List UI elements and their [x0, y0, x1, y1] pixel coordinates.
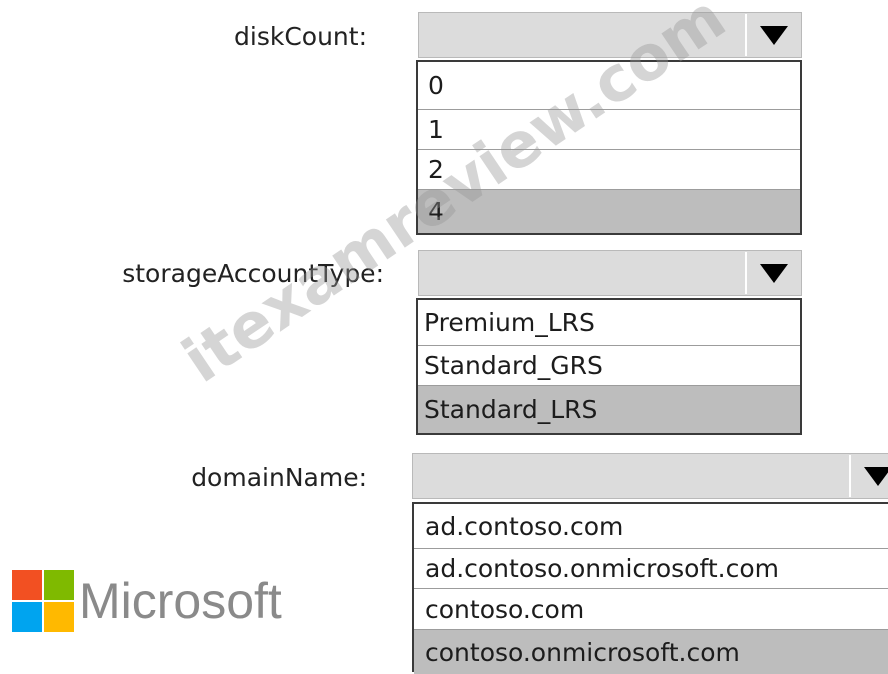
diskcount-dropdown[interactable]	[418, 12, 802, 58]
diskcount-dropdown-arrow[interactable]	[745, 14, 801, 56]
logo-square-blue	[12, 602, 42, 632]
diskcount-option-4[interactable]: 4	[418, 190, 800, 233]
triangle-down-icon	[760, 26, 788, 45]
triangle-down-icon	[760, 264, 788, 283]
diskcount-option-1[interactable]: 1	[418, 110, 800, 150]
microsoft-logo-text: Microsoft	[79, 573, 282, 629]
logo-square-yellow	[44, 602, 74, 632]
domainname-dropdown-arrow[interactable]	[849, 455, 888, 497]
domainname-dropdown[interactable]	[412, 453, 888, 499]
domainname-option-contoso-com[interactable]: contoso.com	[414, 589, 888, 630]
domainname-options-list: ad.contoso.com ad.contoso.onmicrosoft.co…	[412, 502, 888, 674]
storageaccounttype-dropdown[interactable]	[418, 250, 802, 296]
storageaccounttype-option-standard-lrs[interactable]: Standard_LRS	[418, 386, 800, 433]
diskcount-option-2[interactable]: 2	[418, 150, 800, 190]
domainname-option-ad-contoso-onmicrosoft-com[interactable]: ad.contoso.onmicrosoft.com	[414, 549, 888, 589]
storageaccounttype-options-list: Premium_LRS Standard_GRS Standard_LRS	[416, 298, 802, 435]
logo-square-red	[12, 570, 42, 600]
diskcount-option-0[interactable]: 0	[418, 62, 800, 110]
domainname-option-ad-contoso-com[interactable]: ad.contoso.com	[414, 504, 888, 549]
storageaccounttype-dropdown-arrow[interactable]	[745, 252, 801, 294]
domainname-label: domainName:	[191, 463, 367, 492]
storageaccounttype-option-premium-lrs[interactable]: Premium_LRS	[418, 300, 800, 346]
storageaccounttype-label: storageAccountType:	[122, 259, 384, 288]
logo-square-green	[44, 570, 74, 600]
storageaccounttype-option-standard-grs[interactable]: Standard_GRS	[418, 346, 800, 386]
diskcount-options-list: 0 1 2 4	[416, 60, 802, 235]
diskcount-label: diskCount:	[234, 22, 367, 51]
triangle-down-icon	[864, 467, 888, 486]
microsoft-logo-icon	[12, 570, 74, 632]
domainname-option-contoso-onmicrosoft-com[interactable]: contoso.onmicrosoft.com	[414, 630, 888, 674]
